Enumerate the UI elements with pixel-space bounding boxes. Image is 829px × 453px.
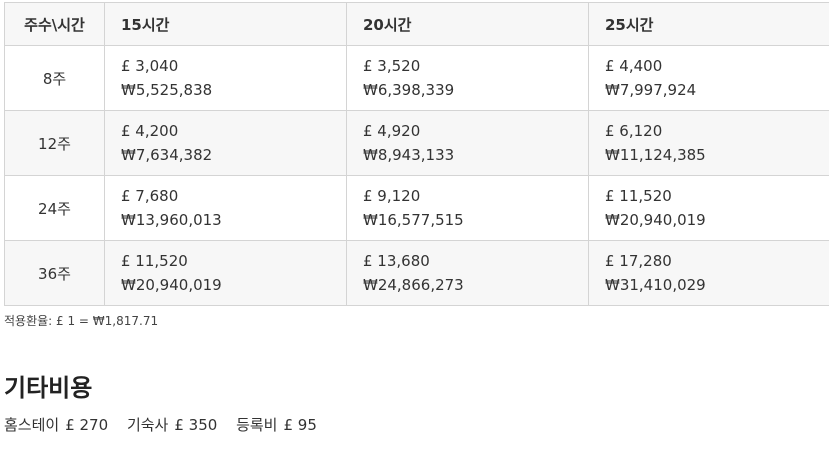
- week-label: 36주: [4, 240, 105, 306]
- krw-price: ₩11,124,385: [605, 146, 706, 164]
- gbp-price: £ 4,200: [121, 122, 179, 140]
- cost-amount: £ 95: [283, 416, 317, 434]
- gbp-price: £ 11,520: [605, 187, 672, 205]
- gbp-price: £ 4,400: [605, 57, 663, 75]
- cost-label: 홈스테이: [4, 416, 60, 434]
- krw-price: ₩24,866,273: [363, 276, 464, 294]
- price-table: 주수\시간 15시간 20시간 25시간 8주 £ 3,040 ₩5,525,83…: [4, 2, 829, 306]
- other-costs-title: 기타비용: [4, 374, 93, 402]
- week-label: 12주: [4, 110, 105, 176]
- gbp-price: £ 13,680: [363, 252, 430, 270]
- gbp-price: £ 4,920: [363, 122, 421, 140]
- column-header: 20시간: [346, 2, 589, 46]
- table-row: 24주 £ 7,680 ₩13,960,013 £ 9,120 ₩16,577,51…: [4, 175, 829, 241]
- krw-price: ₩7,634,382: [121, 146, 213, 164]
- krw-price: ₩7,997,924: [605, 81, 697, 99]
- cost-item-registration: 등록비 £ 95: [236, 416, 317, 434]
- column-header: 25시간: [588, 2, 829, 46]
- krw-price: ₩16,577,515: [363, 211, 464, 229]
- table-row: 36주 £ 11,520 ₩20,940,019 £ 13,680 ₩24,866,…: [4, 240, 829, 306]
- exchange-rate-note: 적용환율: £ 1 = ₩1,817.71: [4, 314, 159, 328]
- gbp-price: £ 3,040: [121, 57, 179, 75]
- other-costs-list: 홈스테이 £ 270 기숙사 £ 350 등록비 £ 95: [4, 414, 331, 435]
- cost-item-dormitory: 기숙사 £ 350: [127, 416, 217, 434]
- krw-price: ₩20,940,019: [121, 276, 222, 294]
- corner-header: 주수\시간: [4, 2, 105, 46]
- table-row: 8주 £ 3,040 ₩5,525,838 £ 3,520 ₩6,398,339 £…: [4, 45, 829, 111]
- table-row: 12주 £ 4,200 ₩7,634,382 £ 4,920 ₩8,943,133 …: [4, 110, 829, 176]
- price-cell: £ 13,680 ₩24,866,273: [346, 240, 589, 306]
- cost-amount: £ 350: [174, 416, 218, 434]
- price-cell: £ 6,120 ₩11,124,385: [588, 110, 829, 176]
- krw-price: ₩20,940,019: [605, 211, 706, 229]
- week-label: 8주: [4, 45, 105, 111]
- price-cell: £ 9,120 ₩16,577,515: [346, 175, 589, 241]
- price-cell: £ 4,200 ₩7,634,382: [104, 110, 347, 176]
- cost-label: 기숙사: [126, 416, 169, 434]
- price-cell: £ 11,520 ₩20,940,019: [588, 175, 829, 241]
- gbp-price: £ 3,520: [363, 57, 421, 75]
- price-cell: £ 17,280 ₩31,410,029: [588, 240, 829, 306]
- price-cell: £ 11,520 ₩20,940,019: [104, 240, 347, 306]
- krw-price: ₩31,410,029: [605, 276, 706, 294]
- gbp-price: £ 9,120: [363, 187, 421, 205]
- gbp-price: £ 6,120: [605, 122, 663, 140]
- price-cell: £ 3,520 ₩6,398,339: [346, 45, 589, 111]
- gbp-price: £ 17,280: [605, 252, 672, 270]
- krw-price: ₩6,398,339: [363, 81, 455, 99]
- week-label: 24주: [4, 175, 105, 241]
- krw-price: ₩13,960,013: [121, 211, 222, 229]
- gbp-price: £ 7,680: [121, 187, 179, 205]
- cost-item-homestay: 홈스테이 £ 270: [4, 416, 108, 434]
- gbp-price: £ 11,520: [121, 252, 188, 270]
- cost-amount: £ 270: [65, 416, 109, 434]
- price-cell: £ 7,680 ₩13,960,013: [104, 175, 347, 241]
- krw-price: ₩5,525,838: [121, 81, 213, 99]
- price-cell: £ 4,920 ₩8,943,133: [346, 110, 589, 176]
- price-cell: £ 4,400 ₩7,997,924: [588, 45, 829, 111]
- column-header: 15시간: [104, 2, 347, 46]
- price-cell: £ 3,040 ₩5,525,838: [104, 45, 347, 111]
- cost-label: 등록비: [236, 416, 278, 434]
- table-header-row: 주수\시간 15시간 20시간 25시간: [4, 2, 829, 46]
- krw-price: ₩8,943,133: [363, 146, 455, 164]
